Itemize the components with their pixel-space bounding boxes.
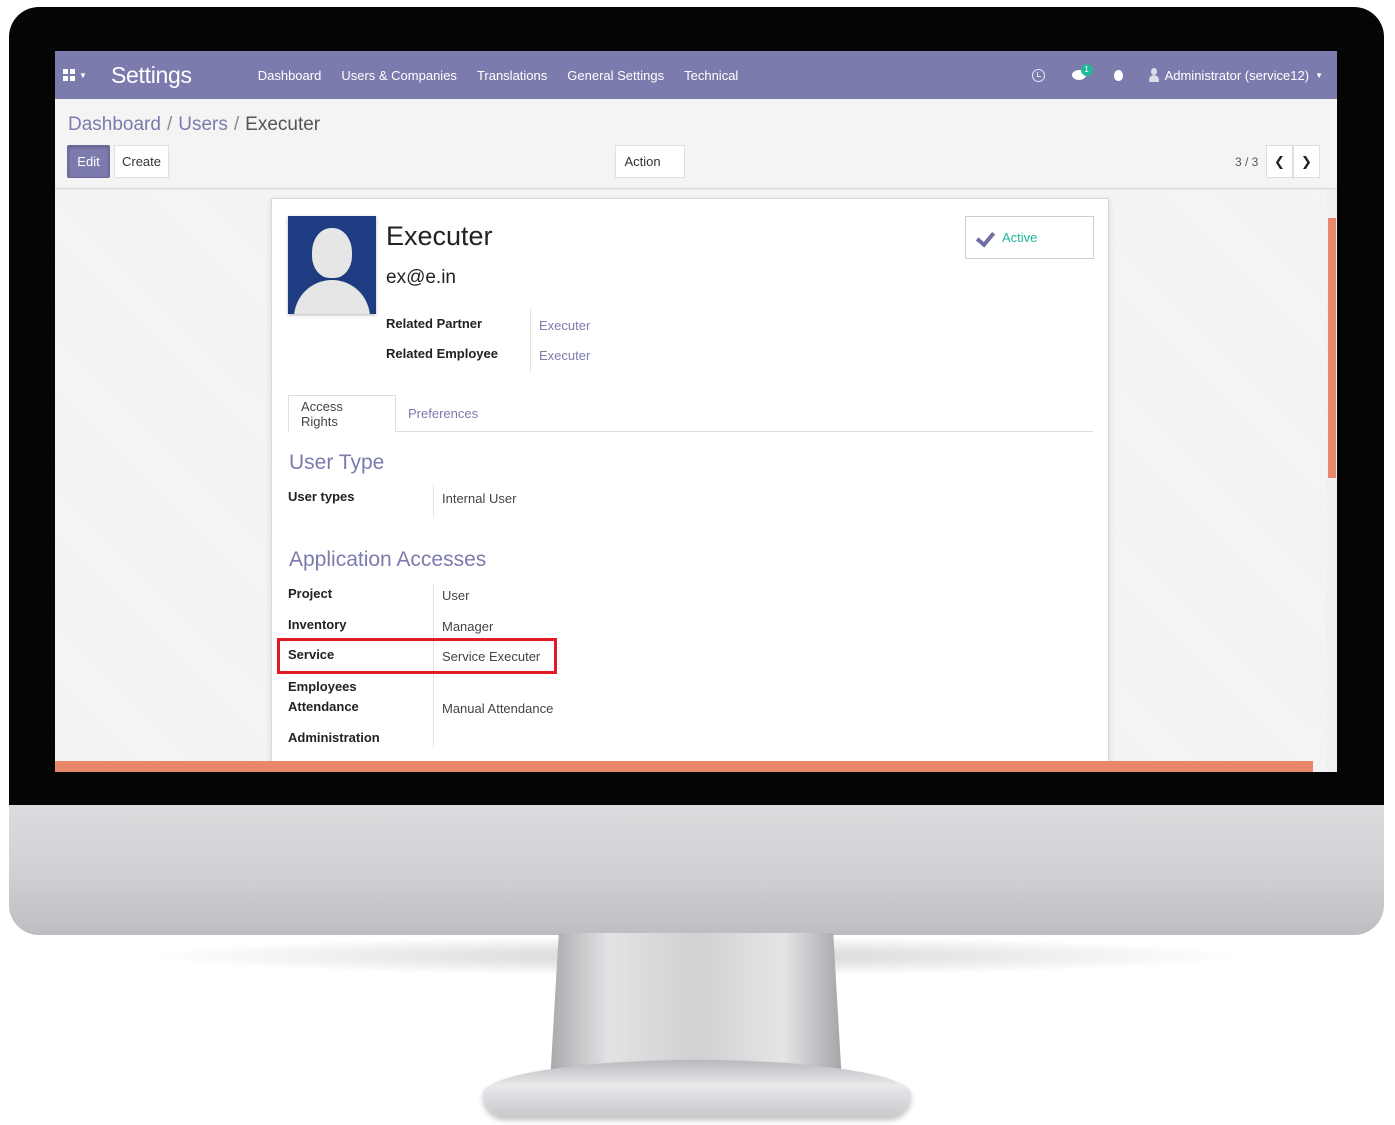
scrollbar-thumb[interactable] — [1328, 218, 1336, 478]
access-label-project: Project — [288, 586, 333, 601]
bug-icon — [1114, 69, 1124, 81]
access-value-project[interactable]: User — [442, 588, 469, 603]
access-label-employees: Employees — [288, 679, 357, 694]
activity-button[interactable] — [1019, 51, 1059, 99]
related-partner-label: Related Partner — [386, 316, 483, 331]
menu-general-settings[interactable]: General Settings — [557, 68, 674, 83]
clock-icon — [1032, 68, 1046, 82]
avatar-head-shape — [312, 228, 352, 278]
breadcrumb-current: Executer — [245, 114, 321, 135]
breadcrumb-separator: / — [166, 114, 173, 135]
breadcrumb-users[interactable]: Users — [178, 114, 228, 135]
record-name: Executer — [386, 221, 493, 251]
access-label-inventory: Inventory — [288, 617, 347, 632]
chevron-left-icon: ❮ — [1274, 153, 1285, 169]
pager-next-button[interactable]: ❯ — [1293, 145, 1320, 178]
main-menu: Dashboard Users & Companies Translations… — [248, 68, 749, 83]
user-types-label: User types — [288, 489, 355, 504]
user-menu[interactable]: Administrator (service12) ▼ — [1148, 67, 1323, 83]
app-title: Settings — [111, 61, 192, 88]
user-name: Administrator (service12) — [1164, 67, 1310, 83]
menu-translations[interactable]: Translations — [467, 68, 557, 83]
breadcrumb-separator: / — [233, 114, 240, 135]
section-title-application-accesses: Application Accesses — [289, 548, 487, 571]
field-divider — [433, 485, 434, 517]
create-button[interactable]: Create — [114, 145, 169, 178]
user-icon — [1148, 68, 1159, 82]
breadcrumb: Dashboard / Users / Executer — [68, 114, 320, 136]
access-label-administration: Administration — [288, 730, 380, 745]
menu-users-companies[interactable]: Users & Companies — [331, 68, 467, 83]
related-partner-link[interactable]: Executer — [539, 318, 590, 333]
action-label: Action — [624, 154, 661, 169]
monitor-chin — [9, 805, 1384, 935]
bottom-accent-bar — [55, 761, 1313, 772]
active-toggle-button[interactable]: Active — [965, 216, 1094, 259]
messaging-button[interactable]: 1 — [1059, 51, 1099, 99]
active-label: Active — [1002, 230, 1038, 245]
chat-badge: 1 — [1080, 64, 1093, 76]
caret-down-icon: ▼ — [79, 70, 87, 80]
caret-down-icon: ▼ — [667, 157, 676, 166]
access-label-attendance: Attendance — [288, 699, 359, 714]
notebook-tabs: Access Rights Preferences — [288, 395, 1093, 433]
control-panel: Dashboard / Users / Executer Edit Create Act… — [55, 99, 1337, 189]
related-employee-link[interactable]: Executer — [539, 348, 590, 363]
tab-preferences[interactable]: Preferences — [396, 395, 490, 432]
access-value-inventory[interactable]: Manager — [442, 619, 493, 634]
top-navbar: ▼ Settings Dashboard Users & Companies T… — [55, 51, 1337, 99]
screen: ▼ Settings Dashboard Users & Companies T… — [55, 51, 1337, 772]
apps-grid-icon — [63, 69, 76, 81]
menu-technical[interactable]: Technical — [674, 68, 748, 83]
tab-access-rights[interactable]: Access Rights — [288, 395, 396, 433]
user-avatar[interactable] — [288, 216, 376, 314]
form-sheet: Executer ex@e.in Related Partner Execute… — [271, 198, 1109, 772]
field-divider — [530, 309, 531, 373]
check-icon — [974, 228, 994, 248]
apps-menu-button[interactable]: ▼ — [55, 51, 95, 99]
record-login: ex@e.in — [386, 267, 456, 288]
menu-dashboard[interactable]: Dashboard — [248, 68, 332, 83]
edit-button[interactable]: Edit — [67, 145, 110, 178]
pager-previous-button[interactable]: ❮ — [1266, 145, 1293, 178]
breadcrumb-dashboard[interactable]: Dashboard — [68, 114, 161, 135]
caret-down-icon: ▼ — [1315, 70, 1323, 80]
pager-value: 3 / 3 — [1235, 155, 1259, 169]
avatar-body-shape — [294, 280, 370, 314]
monitor-stand-foot — [483, 1060, 911, 1116]
user-types-value[interactable]: Internal User — [442, 491, 516, 506]
debug-button[interactable] — [1099, 51, 1139, 99]
section-title-user-type: User Type — [289, 451, 385, 474]
service-highlight-annotation — [277, 638, 557, 674]
related-employee-label: Related Employee — [386, 346, 498, 361]
chevron-right-icon: ❯ — [1301, 153, 1312, 169]
action-dropdown[interactable]: Action ▼ — [615, 145, 685, 178]
systray: 1 Administrator (service12) ▼ — [1019, 51, 1337, 99]
access-value-attendance[interactable]: Manual Attendance — [442, 701, 553, 716]
